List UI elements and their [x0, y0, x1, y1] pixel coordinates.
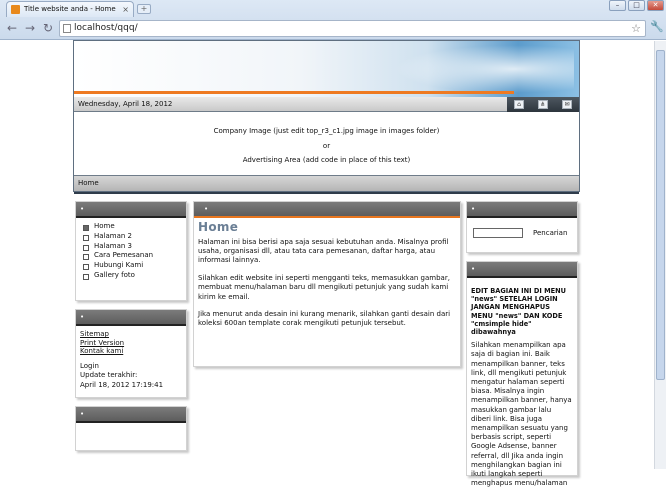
menu-item-halaman-2[interactable]: Halaman 2: [80, 232, 182, 242]
extra-box-header: •: [76, 407, 186, 423]
tab-title: Title website anda - Home: [24, 5, 116, 13]
header-icon-bar: ⌂ ⋔ ✉: [507, 97, 579, 112]
mail-icon[interactable]: ✉: [562, 100, 572, 109]
site-header: Wednesday, April 18, 2012 ⌂ ⋔ ✉ Company …: [73, 40, 580, 194]
breadcrumb-home[interactable]: Home: [78, 179, 99, 187]
favicon-icon: [11, 5, 20, 14]
search-box-header: •: [467, 202, 577, 218]
page-icon: [63, 24, 71, 33]
close-window-button[interactable]: ✕: [647, 0, 664, 11]
url-text: localhost/qqq/: [74, 23, 138, 33]
wrench-icon[interactable]: 🔧: [650, 20, 664, 33]
bookmark-star-icon[interactable]: ☆: [631, 21, 641, 36]
login-link[interactable]: Login: [80, 362, 182, 372]
content-paragraph-3: Jika menurut anda desain ini kurang mena…: [198, 309, 451, 328]
header-banner: [74, 41, 579, 97]
menu-item-cara-pemesanan[interactable]: Cara Pemesanan: [80, 251, 182, 261]
minimize-button[interactable]: –: [609, 0, 626, 11]
kontak-kami-link[interactable]: Kontak kami: [80, 347, 182, 356]
breadcrumb: Home: [74, 175, 579, 194]
forward-icon[interactable]: →: [22, 20, 38, 36]
page-title: Home: [198, 220, 239, 234]
info-box-header: •: [76, 310, 186, 326]
search-button[interactable]: Pencarian: [533, 229, 567, 237]
search-input[interactable]: [473, 228, 523, 238]
side-menu: Home Halaman 2 Halaman 3 Cara Pemesanan …: [80, 222, 182, 281]
content-paragraph-1: Halaman ini bisa berisi apa saja sesuai …: [198, 237, 449, 265]
news-bold-text: EDIT BAGIAN INI DI MENU "news" SETELAH L…: [471, 287, 567, 337]
navigation-bar: ← → ↻ localhost/qqq/ ☆ 🔧: [0, 18, 666, 40]
info-box: • Sitemap Print Version Kontak kami Logi…: [75, 309, 187, 398]
news-box-header: •: [467, 262, 577, 278]
browser-chrome: Title website anda - Home × + – □ ✕ ← → …: [0, 0, 666, 40]
new-tab-button[interactable]: +: [137, 4, 151, 14]
maximize-button[interactable]: □: [628, 0, 645, 11]
reload-icon[interactable]: ↻: [40, 20, 56, 36]
main-header: •: [194, 202, 460, 218]
scrollbar-thumb[interactable]: [656, 50, 665, 380]
sitemap-icon[interactable]: ⋔: [538, 100, 548, 109]
update-value: April 18, 2012 17:19:41: [80, 380, 164, 389]
news-body-text: Silahkan menampilkan apa saja di bagian …: [471, 341, 572, 488]
ad-line-3: Advertising Area (add code in place of t…: [242, 156, 411, 164]
home-icon[interactable]: ⌂: [514, 100, 524, 109]
content-paragraph-2: Silahkan edit website ini seperti mengga…: [198, 273, 450, 301]
menu-item-home[interactable]: Home: [80, 222, 182, 232]
news-box: • EDIT BAGIAN INI DI MENU "news" SETELAH…: [466, 261, 578, 487]
main-content: • Home Halaman ini bisa berisi apa saja …: [193, 201, 461, 367]
advertising-area: Company Image (just edit top_r3_c1.jpg i…: [74, 113, 579, 173]
window-controls: – □ ✕: [609, 0, 664, 11]
ad-line-1: Company Image (just edit top_r3_c1.jpg i…: [213, 127, 440, 135]
print-version-link[interactable]: Print Version: [80, 339, 182, 348]
date-bar: Wednesday, April 18, 2012: [74, 97, 507, 112]
menu-item-hubungi-kami[interactable]: Hubungi Kami: [80, 261, 182, 271]
menu-item-gallery-foto[interactable]: Gallery foto: [80, 271, 182, 281]
tab-close-icon[interactable]: ×: [122, 2, 129, 17]
menu-box: • Home Halaman 2 Halaman 3 Cara Pemesana…: [75, 201, 187, 301]
sitemap-link[interactable]: Sitemap: [80, 330, 182, 339]
extra-box: •: [75, 406, 187, 451]
scrollbar[interactable]: [654, 41, 666, 469]
ad-line-2: or: [322, 141, 331, 150]
browser-tab[interactable]: Title website anda - Home ×: [6, 1, 134, 17]
menu-item-halaman-3[interactable]: Halaman 3: [80, 242, 182, 252]
menu-box-header: •: [76, 202, 186, 218]
back-icon[interactable]: ←: [4, 20, 20, 36]
address-bar[interactable]: localhost/qqq/ ☆: [59, 20, 646, 37]
update-label: Update terakhir:: [80, 371, 138, 379]
search-box: • Pencarian: [466, 201, 578, 253]
accent-line: [74, 91, 514, 94]
